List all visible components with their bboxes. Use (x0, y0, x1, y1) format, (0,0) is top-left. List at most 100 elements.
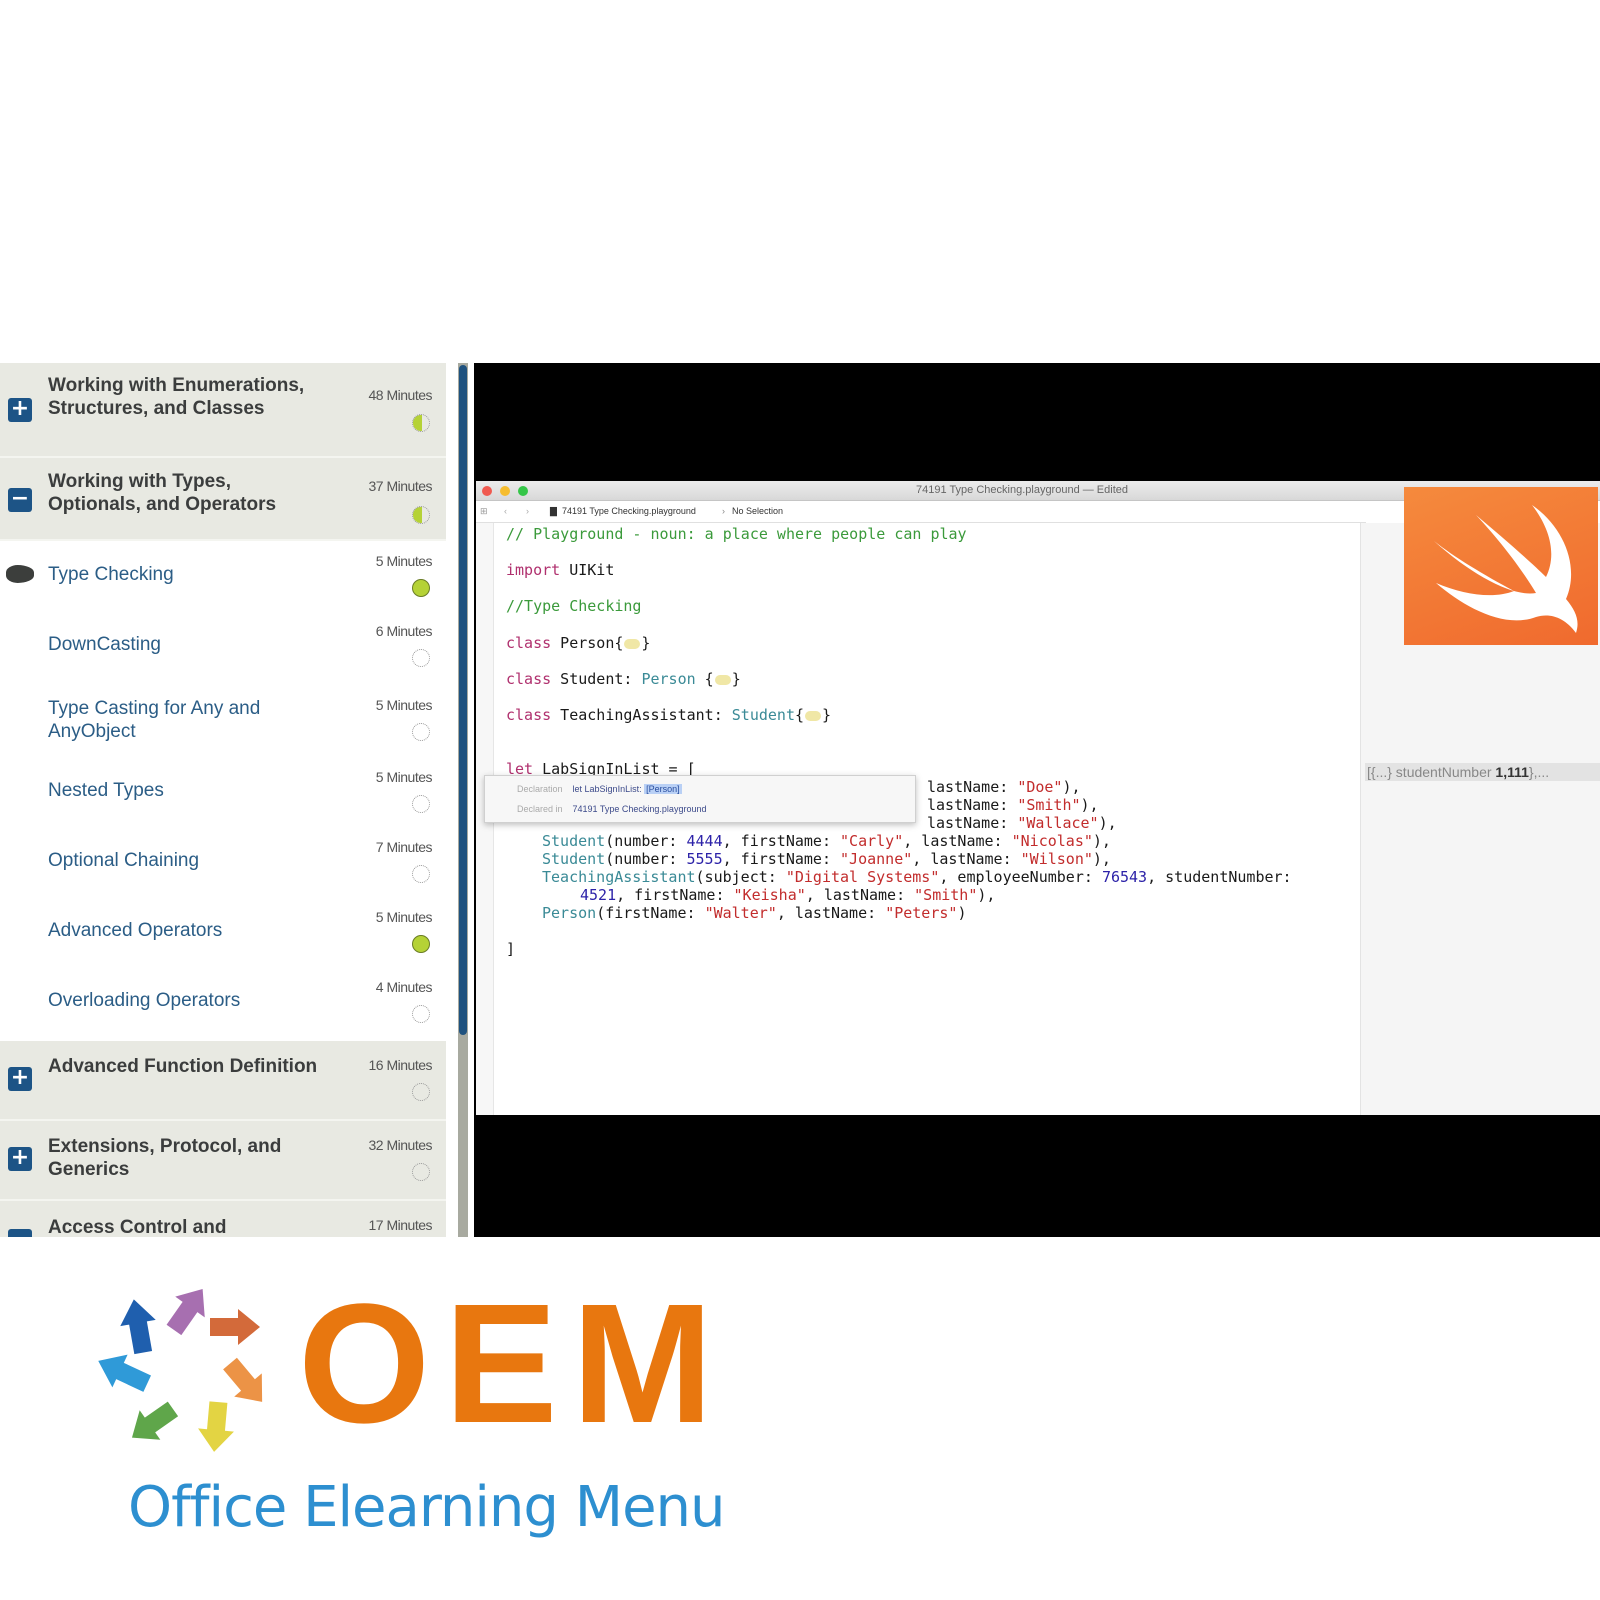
lesson-title: Nested Types (48, 780, 164, 801)
code-keyword: class (506, 670, 552, 688)
code-punct: } (731, 670, 741, 688)
progress-half-icon (412, 506, 430, 524)
code-punct: ), (1080, 796, 1099, 814)
section-duration: 16 Minutes (368, 1057, 433, 1073)
lesson-duration: 5 Minutes (375, 909, 433, 925)
code-line: import UIKit (506, 561, 614, 579)
result-value[interactable]: [{...} studentNumber 1,111},... (1365, 763, 1600, 781)
code-string: "Walter" (704, 904, 777, 922)
lesson-duration: 5 Minutes (375, 769, 433, 785)
code-identifier: lastName: (927, 796, 1018, 814)
declaration-type[interactable]: [Person] (644, 784, 682, 794)
code-identifier: (subject: (695, 868, 786, 886)
lesson-title: Type Casting for Any and AnyObject (48, 698, 261, 742)
code-string: "Keisha" (733, 886, 806, 904)
code-type: Person (542, 904, 597, 922)
code-identifier: , firstName: (616, 886, 734, 904)
code-line: class Student: Person {} (506, 670, 741, 688)
declared-in-link[interactable]: 74191 Type Checking.playground (573, 804, 707, 814)
result-suffix: },... (1528, 764, 1550, 780)
plus-icon[interactable]: + (8, 398, 32, 422)
lesson-item-downcasting[interactable]: DownCasting 6 Minutes (0, 611, 446, 681)
forward-icon: › (526, 506, 529, 516)
code-punct: } (641, 634, 651, 652)
lesson-item-type-checking[interactable]: Type Checking 5 Minutes (0, 541, 446, 611)
not-started-icon (412, 1163, 430, 1181)
oem-logo: OEM Office Elearning Menu (80, 1269, 726, 1545)
code-identifier: , studentNumber: (1147, 868, 1292, 886)
back-icon: ‹ (504, 506, 507, 516)
section-title: Advanced Function Definition (48, 1056, 318, 1077)
lesson-duration: 4 Minutes (375, 979, 433, 995)
code-line: lastName: "Smith"), (927, 796, 1099, 814)
code-string: "Doe" (1017, 778, 1063, 796)
folded-code-icon[interactable] (624, 638, 641, 649)
minus-icon[interactable]: − (8, 1229, 32, 1237)
code-number: 5555 (686, 850, 723, 868)
code-type: Student (542, 832, 606, 850)
code-punct: { (795, 706, 805, 724)
code-type: Student (731, 706, 795, 724)
plus-icon[interactable]: + (8, 1067, 32, 1091)
code-identifier: (firstName: (596, 904, 705, 922)
code-line: // Playground - noun: a place where peop… (506, 525, 967, 543)
folded-code-icon[interactable] (805, 710, 822, 721)
code-identifier: , lastName: (912, 850, 1021, 868)
code-identifier: Student: (551, 670, 642, 688)
code-line: Person(firstName: "Walter", lastName: "P… (542, 904, 966, 922)
section-enumerations-structures-classes[interactable]: + Working with Enumerations, Structures,… (0, 363, 446, 458)
code-identifier: , lastName: (805, 886, 915, 904)
lesson-item-optional-chaining[interactable]: Optional Chaining 7 Minutes (0, 829, 446, 899)
section-access-control[interactable]: − Access Control and 17 Minutes (0, 1201, 446, 1237)
code-comment: //Type Checking (506, 597, 642, 615)
folded-code-icon[interactable] (714, 674, 731, 685)
code-line: 4521, firstName: "Keisha", lastName: "Sm… (580, 886, 995, 904)
completed-icon (412, 935, 430, 953)
not-started-icon (412, 723, 430, 741)
sidebar-scrollbar-thumb[interactable] (459, 365, 467, 1035)
lesson-item-type-casting-any-anyobject[interactable]: Type Casting for Any and AnyObject 5 Min… (0, 681, 446, 761)
oem-tagline: Office Elearning Menu (128, 1475, 726, 1540)
related-items-icon: ⊞ (480, 506, 488, 516)
lesson-item-advanced-operators[interactable]: Advanced Operators 5 Minutes (0, 899, 446, 969)
section-advanced-function-definition[interactable]: + Advanced Function Definition 16 Minute… (0, 1041, 446, 1121)
code-identifier: UIKit (560, 561, 615, 579)
section-extensions-protocol-generics[interactable]: + Extensions, Protocol, and Generics 32 … (0, 1121, 446, 1201)
code-identifier: Person{ (551, 634, 624, 652)
code-line: Student(number: 5555, firstName: "Joanne… (542, 850, 1111, 868)
not-started-icon (412, 865, 430, 883)
minus-icon[interactable]: − (8, 488, 32, 512)
code-comment: // Playground - noun: a place where peop… (506, 525, 967, 543)
result-prefix: [{...} studentNumber (1367, 764, 1496, 780)
lesson-item-nested-types[interactable]: Nested Types 5 Minutes (0, 759, 446, 829)
lesson-title: DownCasting (48, 634, 161, 655)
code-punct: ), (977, 886, 996, 904)
code-string: "Carly" (840, 832, 904, 850)
lesson-title: Type Checking (48, 564, 174, 585)
section-types-optionals-operators[interactable]: − Working with Types, Optionals, and Ope… (0, 458, 446, 541)
section-duration: 37 Minutes (368, 478, 433, 494)
not-started-icon (412, 1005, 430, 1023)
file-icon: ▇ (550, 506, 557, 516)
code-number: 4521 (580, 886, 617, 904)
lesson-title: Advanced Operators (48, 920, 223, 941)
jump-bar: ⊞ ‹ › ▇ 74191 Type Checking.playground ›… (476, 501, 1366, 523)
code-type: TeachingAssistant (542, 868, 696, 886)
lesson-duration: 5 Minutes (375, 553, 433, 569)
oem-wordmark: OEM (298, 1269, 728, 1459)
not-started-icon (412, 795, 430, 813)
code-identifier: , firstName: (722, 832, 841, 850)
code-keyword: import (506, 561, 561, 579)
code-punct: ] (506, 940, 516, 958)
code-punct: ), (1092, 850, 1111, 868)
section-title: Working with Enumerations, Structures, a… (48, 375, 305, 419)
lesson-item-overloading-operators[interactable]: Overloading Operators 4 Minutes (0, 969, 446, 1039)
lesson-duration: 6 Minutes (375, 623, 433, 639)
code-string: "Nicolas" (1011, 832, 1093, 850)
swift-bird-icon (1434, 505, 1578, 633)
section-title: Extensions, Protocol, and Generics (48, 1136, 282, 1180)
breadcrumb-separator: › (722, 506, 725, 516)
code-type: Student (542, 850, 606, 868)
code-line: Student(number: 4444, firstName: "Carly"… (542, 832, 1111, 850)
plus-icon[interactable]: + (8, 1147, 32, 1171)
